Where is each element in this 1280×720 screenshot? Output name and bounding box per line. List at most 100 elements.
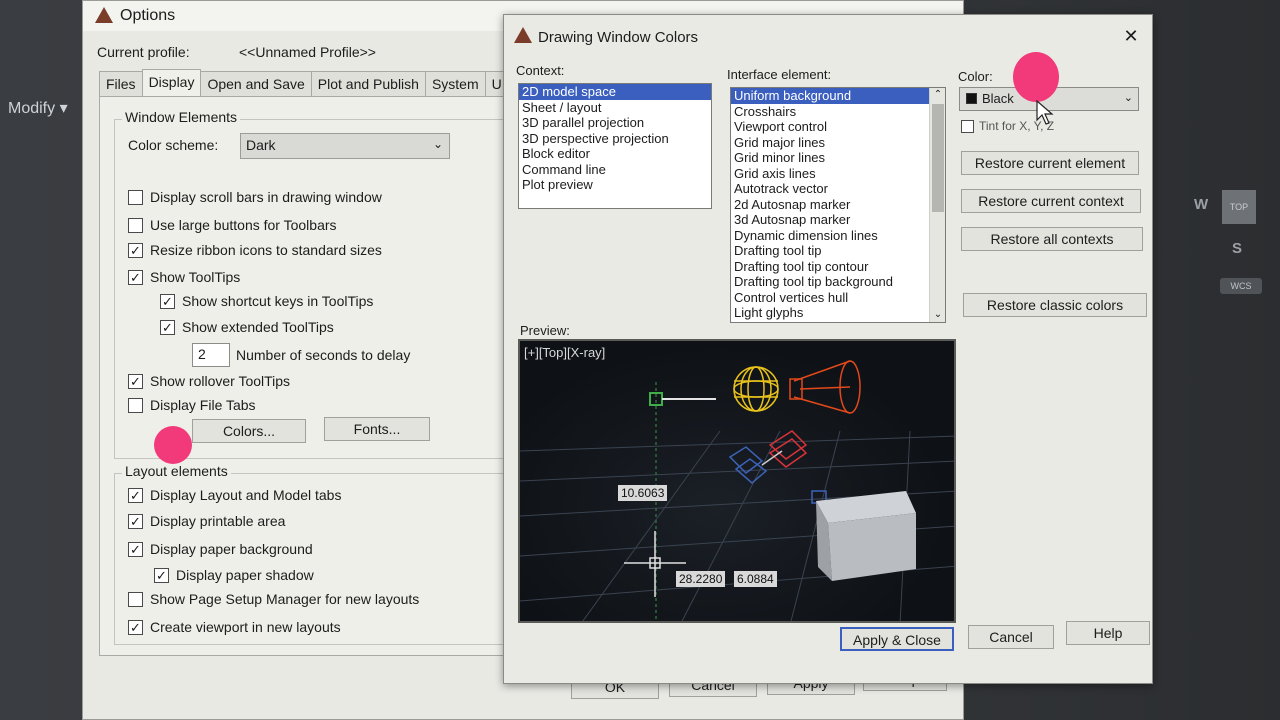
checkbox-layout-model-tabs[interactable]: ✓ Display Layout and Model tabs xyxy=(128,487,341,503)
color-scheme-label: Color scheme: xyxy=(128,137,219,153)
chevron-down-icon: ⌄ xyxy=(432,137,443,151)
scroll-down-icon[interactable]: ⌄ xyxy=(930,308,945,322)
viewport-control-label: [+][Top][X-ray] xyxy=(524,345,606,360)
checkbox-box[interactable] xyxy=(128,397,143,413)
tab-display[interactable]: Display xyxy=(141,69,202,97)
list-item[interactable]: Dynamic dimension lines xyxy=(731,228,945,244)
context-listbox[interactable]: 2D model space Sheet / layout 3D paralle… xyxy=(518,83,712,209)
dwc-title: Drawing Window Colors xyxy=(538,29,699,46)
checkbox-display-file-tabs[interactable]: Display File Tabs xyxy=(128,397,256,413)
dwc-cancel-button[interactable]: Cancel xyxy=(968,625,1054,649)
checkbox-box[interactable] xyxy=(961,119,974,133)
color-scheme-select[interactable]: Dark ⌄ xyxy=(240,133,450,159)
checkbox-box[interactable]: ✓ xyxy=(128,541,143,557)
checkbox-box[interactable]: ✓ xyxy=(154,567,169,583)
list-item[interactable]: Grid major lines xyxy=(731,135,945,151)
list-item[interactable]: Viewport control xyxy=(731,119,945,135)
list-item[interactable]: 3d Autosnap marker xyxy=(731,212,945,228)
scroll-up-icon[interactable]: ⌃ xyxy=(930,88,945,102)
list-item[interactable]: 2d Autosnap marker xyxy=(731,197,945,213)
list-item[interactable]: Control vertices hull xyxy=(731,290,945,306)
layout-elements-title: Layout elements xyxy=(122,463,231,479)
checkbox-box[interactable]: ✓ xyxy=(128,513,143,529)
checkbox-printable-area[interactable]: ✓ Display printable area xyxy=(128,513,285,529)
scroll-thumb[interactable] xyxy=(932,104,944,212)
checkbox-box[interactable]: ✓ xyxy=(128,619,143,635)
checkbox-box[interactable]: ✓ xyxy=(128,487,143,503)
checkbox-paper-shadow[interactable]: ✓ Display paper shadow xyxy=(154,567,314,583)
red-box-wireframe xyxy=(768,430,808,468)
list-item[interactable]: Sheet / layout xyxy=(519,100,711,116)
connector-line xyxy=(761,450,783,466)
coordinate-y-tooltip: 6.0884 xyxy=(734,571,777,587)
checkbox-rollover-tooltips[interactable]: ✓ Show rollover ToolTips xyxy=(128,373,290,389)
list-item[interactable]: Uniform background xyxy=(731,88,929,104)
list-item[interactable]: Crosshairs xyxy=(731,104,945,120)
close-icon[interactable]: ✕ xyxy=(1120,25,1142,47)
checkbox-box[interactable]: ✓ xyxy=(160,293,175,309)
chevron-down-icon: ⌄ xyxy=(1123,92,1133,104)
list-item[interactable]: Block editor xyxy=(519,146,711,162)
list-item[interactable]: Command line xyxy=(519,162,711,178)
checkbox-box[interactable] xyxy=(128,217,143,233)
checkbox-show-tooltips[interactable]: ✓ Show ToolTips xyxy=(128,269,240,285)
tooltip-delay-input[interactable]: 2 xyxy=(192,343,230,367)
checkbox-large-buttons[interactable]: Use large buttons for Toolbars xyxy=(128,217,337,233)
checkbox-resize-ribbon-icons[interactable]: ✓ Resize ribbon icons to standard sizes xyxy=(128,242,382,258)
mouse-cursor-icon xyxy=(1036,100,1054,125)
checkbox-shortcut-keys-tooltips[interactable]: ✓ Show shortcut keys in ToolTips xyxy=(160,293,373,309)
list-item[interactable]: Plot preview xyxy=(519,177,711,193)
list-item[interactable]: 3D parallel projection xyxy=(519,115,711,131)
checkbox-display-scroll-bars[interactable]: Display scroll bars in drawing window xyxy=(128,189,382,205)
dwc-titlebar[interactable]: Drawing Window Colors ✕ xyxy=(504,15,1152,55)
restore-all-contexts-button[interactable]: Restore all contexts xyxy=(961,227,1143,251)
colors-button[interactable]: Colors... xyxy=(192,419,306,443)
crosshair xyxy=(624,531,686,597)
fonts-button[interactable]: Fonts... xyxy=(324,417,430,441)
autocad-app-icon xyxy=(514,27,532,43)
checkbox-box[interactable]: ✓ xyxy=(128,242,143,258)
list-item[interactable]: Drafting tool tip background xyxy=(731,274,945,290)
tab-system[interactable]: System xyxy=(424,71,486,97)
restore-classic-colors-button[interactable]: Restore classic colors xyxy=(963,293,1147,317)
sphere-wireframe xyxy=(733,366,779,412)
restore-current-element-button[interactable]: Restore current element xyxy=(961,151,1139,175)
checkbox-box[interactable] xyxy=(128,591,143,607)
tooltip-delay-label: Number of seconds to delay xyxy=(236,347,411,363)
list-item[interactable]: 2D model space xyxy=(519,84,711,100)
display-tab-panel: Window Elements Color scheme: Dark ⌄ Dis… xyxy=(99,96,519,656)
checkbox-box[interactable]: ✓ xyxy=(128,269,143,285)
list-item[interactable]: 3D perspective projection xyxy=(519,131,711,147)
viewcube[interactable]: W TOP S WCS xyxy=(1180,140,1280,320)
solid-cube xyxy=(816,491,916,581)
restore-current-context-button[interactable]: Restore current context xyxy=(961,189,1141,213)
list-item[interactable]: Autotrack vector xyxy=(731,181,945,197)
annotation-marker xyxy=(154,426,192,464)
checkbox-box[interactable]: ✓ xyxy=(128,373,143,389)
ribbon-modify[interactable]: Modify ▾ xyxy=(8,98,68,118)
list-item[interactable]: Grid minor lines xyxy=(731,150,945,166)
tab-open-and-save[interactable]: Open and Save xyxy=(200,71,312,97)
checkbox-paper-background[interactable]: ✓ Display paper background xyxy=(128,541,313,557)
interface-scrollbar[interactable]: ⌃ ⌄ xyxy=(929,88,945,322)
checkbox-box[interactable]: ✓ xyxy=(160,319,175,335)
checkbox-page-setup-manager[interactable]: Show Page Setup Manager for new layouts xyxy=(128,591,419,607)
dwc-help-button[interactable]: Help xyxy=(1066,621,1150,645)
tab-files[interactable]: Files xyxy=(99,71,143,97)
list-item[interactable]: Drafting tool tip xyxy=(731,243,945,259)
viewcube-top-face[interactable]: TOP xyxy=(1222,190,1256,224)
apply-close-button[interactable]: Apply & Close xyxy=(840,627,954,651)
options-title: Options xyxy=(120,7,176,24)
list-item[interactable]: Light glyphs xyxy=(731,305,945,321)
list-item[interactable]: Drafting tool tip contour xyxy=(731,259,945,275)
window-elements-title: Window Elements xyxy=(122,109,241,125)
checkbox-extended-tooltips[interactable]: ✓ Show extended ToolTips xyxy=(160,319,334,335)
autocad-app-icon xyxy=(95,7,113,23)
list-item[interactable]: Grid axis lines xyxy=(731,166,945,182)
checkbox-box[interactable] xyxy=(128,189,143,205)
wcs-menu[interactable]: WCS xyxy=(1220,278,1262,294)
tab-plot-and-publish[interactable]: Plot and Publish xyxy=(310,71,426,97)
options-tabs: Files Display Open and Save Plot and Pub… xyxy=(99,69,509,97)
interface-element-listbox[interactable]: Uniform background Crosshairs Viewport c… xyxy=(730,87,946,323)
checkbox-create-viewport[interactable]: ✓ Create viewport in new layouts xyxy=(128,619,341,635)
